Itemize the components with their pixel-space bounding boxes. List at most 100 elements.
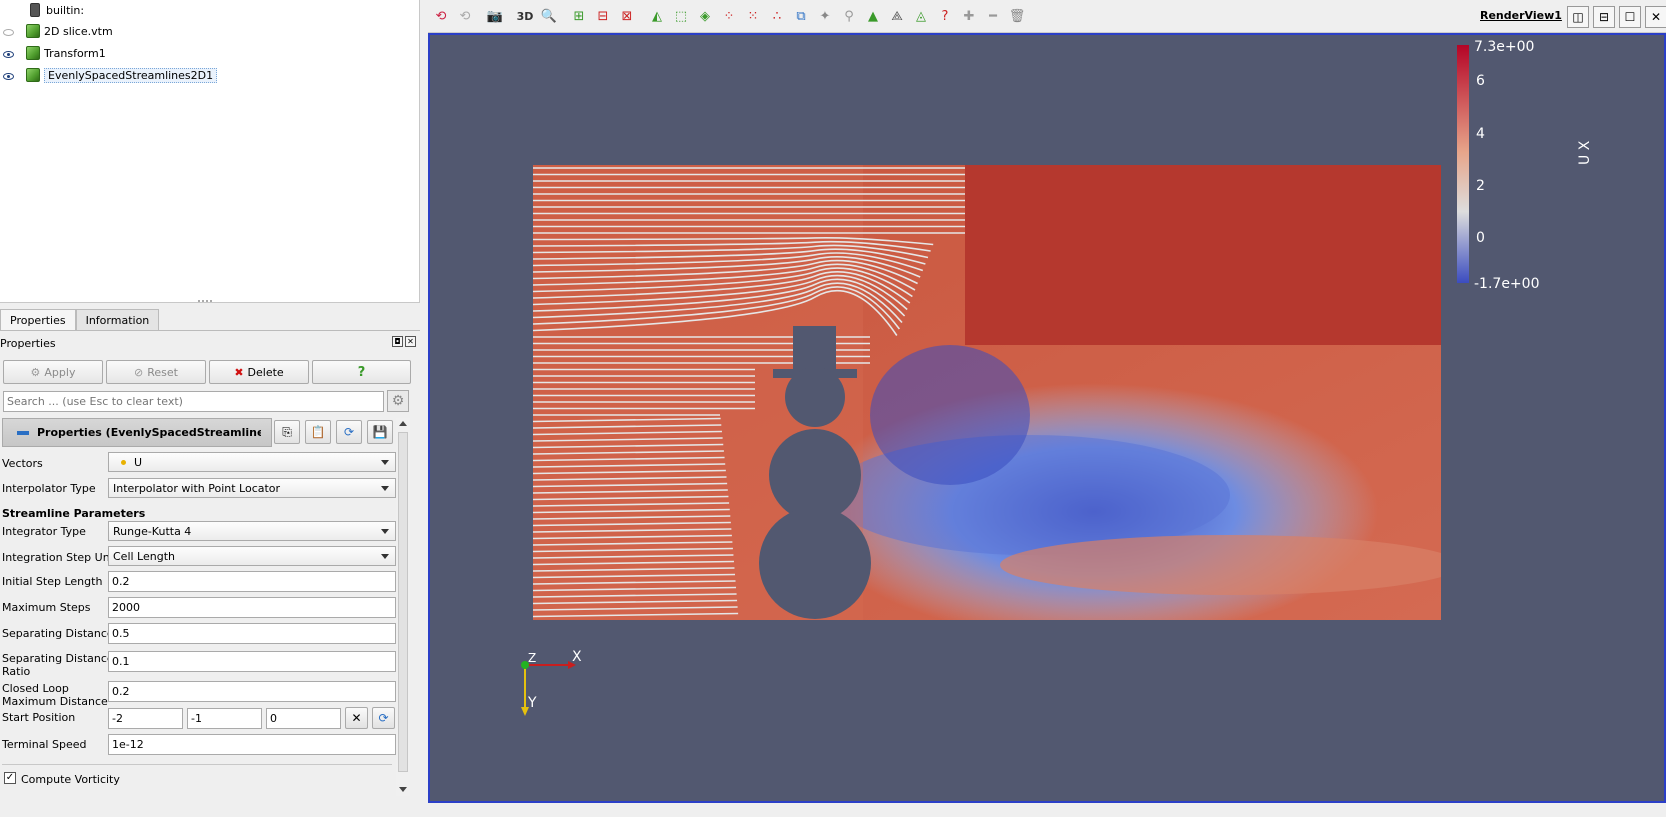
properties-header-title: Properties (EvenlySpacedStreamlines2D	[37, 426, 261, 439]
paste-icon[interactable]: 📋	[305, 420, 331, 444]
start-position-z-field[interactable]: 0	[266, 708, 341, 729]
pipeline-item-transform1[interactable]: Transform1	[26, 43, 106, 63]
panel-tabs: Properties Information	[0, 309, 160, 331]
colorbar	[1457, 45, 1469, 283]
snowman-foot	[760, 620, 870, 628]
restore-defaults-icon[interactable]: ⟳	[336, 420, 362, 444]
split-vertical-icon[interactable]: ⊟	[1593, 6, 1615, 28]
selection-help-icon[interactable]: ?	[936, 7, 954, 25]
properties-section-header[interactable]: Properties (EvenlySpacedStreamlines2D	[2, 418, 272, 447]
scroll-down-icon[interactable]	[399, 787, 407, 792]
select-frustum-icon[interactable]: ⧉	[792, 7, 810, 25]
colorbar-tick: 0	[1476, 230, 1485, 246]
select-cells-on-icon[interactable]: ⊞	[570, 7, 588, 25]
close-panel-icon[interactable]: ✕	[405, 336, 416, 347]
interactive-select-icon[interactable]: ◈	[696, 7, 714, 25]
reset-using-current-data-icon[interactable]: ✕	[345, 707, 368, 729]
pipeline-item-label: EvenlySpacedStreamlines2D1	[44, 67, 218, 83]
start-position-x-field[interactable]: -2	[108, 708, 183, 729]
properties-scrollbar[interactable]	[396, 418, 410, 796]
advanced-settings-gear-icon[interactable]: ⚙	[387, 390, 409, 412]
visibility-off-icon[interactable]	[2, 26, 14, 38]
scroll-up-icon[interactable]	[399, 421, 407, 426]
zoom-box-icon[interactable]: 🔍	[540, 7, 558, 25]
max-steps-field[interactable]: 2000	[108, 597, 396, 618]
visibility-on-icon[interactable]	[2, 70, 14, 82]
reset-label: Reset	[147, 365, 178, 379]
interpolator-select[interactable]: Interpolator with Point Locator	[108, 478, 396, 498]
maximize-view-icon[interactable]: ☐	[1619, 6, 1641, 28]
select-points-through-icon[interactable]: ◭	[648, 7, 666, 25]
hover-points-icon[interactable]: ⁘	[720, 7, 738, 25]
clear-selection-icon[interactable]: 🗑	[1008, 7, 1026, 25]
initial-step-field[interactable]: 0.2	[108, 571, 396, 592]
reset-button[interactable]: ⊘ Reset	[106, 360, 206, 384]
closed-loop-label-line1: Closed Loop	[2, 682, 69, 695]
splitter-handle[interactable]	[198, 300, 212, 303]
search-input[interactable]	[3, 391, 384, 412]
integrator-select[interactable]: Runge-Kutta 4	[108, 521, 396, 541]
start-position-y-field[interactable]: -1	[187, 708, 262, 729]
step-unit-select[interactable]: Cell Length	[108, 546, 396, 566]
colorbar-title: U X	[1577, 140, 1593, 165]
chevron-down-icon	[381, 554, 389, 559]
plot-selection-icon[interactable]: ⟁	[888, 7, 906, 25]
add-selection-icon[interactable]: ✚	[960, 7, 978, 25]
scroll-thumb[interactable]	[398, 432, 408, 772]
initial-step-label: Initial Step Length	[2, 575, 103, 588]
render-canvas[interactable]: 7.3e+00 6 4 2 0 -1.7e+00 U X X Y Z	[430, 35, 1664, 801]
extract-selection-icon[interactable]: ▲	[864, 7, 882, 25]
snowman-obstacle	[759, 326, 871, 628]
terminal-speed-field[interactable]: 1e-12	[108, 734, 396, 755]
apply-button[interactable]: ⚙ Apply	[3, 360, 103, 384]
reset-camera-icon[interactable]: ⟲	[432, 7, 450, 25]
refresh-icon[interactable]: ⟳	[372, 707, 395, 729]
integrator-label: Integrator Type	[2, 525, 86, 538]
help-button[interactable]: ?	[312, 360, 411, 384]
split-horizontal-icon[interactable]: ◫	[1567, 6, 1589, 28]
render-view-title[interactable]: RenderView1	[1480, 9, 1562, 22]
select-polygon-icon[interactable]: ⬚	[672, 7, 690, 25]
save-defaults-icon[interactable]: 💾	[367, 420, 393, 444]
sep-ratio-label-line1: Separating Distance	[2, 652, 114, 665]
undock-icon[interactable]: ◘	[392, 336, 403, 347]
sep-dist-field[interactable]: 0.5	[108, 623, 396, 644]
subtract-selection-icon[interactable]: ━	[984, 7, 1002, 25]
select-block-icon[interactable]: ∴	[768, 7, 786, 25]
tab-properties[interactable]: Properties	[0, 309, 76, 331]
chevron-down-icon	[381, 460, 389, 465]
toggle-3d-button[interactable]: 3D	[516, 7, 534, 25]
render-viewport[interactable]: 7.3e+00 6 4 2 0 -1.7e+00 U X X Y Z	[428, 33, 1666, 803]
sep-ratio-field[interactable]: 0.1	[108, 651, 396, 672]
tab-information[interactable]: Information	[75, 309, 160, 331]
edit-selection-icon[interactable]: ◬	[912, 7, 930, 25]
chevron-down-icon	[381, 529, 389, 534]
vectors-select[interactable]: U	[108, 452, 396, 472]
pipeline-item-builtin[interactable]: builtin:	[30, 0, 84, 20]
find-data-icon[interactable]: ✦	[816, 7, 834, 25]
vectors-value: U	[134, 455, 143, 469]
compute-vorticity-label: Compute Vorticity	[21, 773, 120, 786]
pipeline-item-streamlines[interactable]: EvenlySpacedStreamlines2D1	[26, 65, 218, 85]
grow-selection-icon[interactable]: ⚲	[840, 7, 858, 25]
collapse-icon	[17, 430, 29, 435]
close-view-icon[interactable]: ✕	[1645, 6, 1666, 28]
pipeline-item-2d-slice[interactable]: 2D slice.vtm	[26, 21, 113, 41]
high-velocity-region	[965, 165, 1441, 345]
delete-button[interactable]: ✖ Delete	[209, 360, 309, 384]
delete-label: Delete	[247, 365, 284, 379]
compute-vorticity-checkbox[interactable]: ✓	[4, 772, 16, 784]
status-strip	[428, 803, 1666, 817]
visibility-on-icon[interactable]	[2, 48, 14, 60]
streamline-parameters-section: Streamline Parameters	[2, 507, 146, 520]
filter-cube-icon	[26, 46, 40, 60]
copy-icon[interactable]: ⎘	[274, 420, 300, 444]
closed-loop-field[interactable]: 0.2	[108, 681, 396, 702]
select-points-on-icon[interactable]: ⊟	[594, 7, 612, 25]
hover-cells-icon[interactable]: ⁙	[744, 7, 762, 25]
colorbar-max-label: 7.3e+00	[1474, 39, 1534, 55]
zoom-to-data-icon[interactable]: ⟲	[456, 7, 474, 25]
select-cells-through-icon[interactable]: ⊠	[618, 7, 636, 25]
vertical-splitter[interactable]	[420, 0, 428, 817]
capture-screenshot-icon[interactable]: 📷	[486, 7, 504, 25]
